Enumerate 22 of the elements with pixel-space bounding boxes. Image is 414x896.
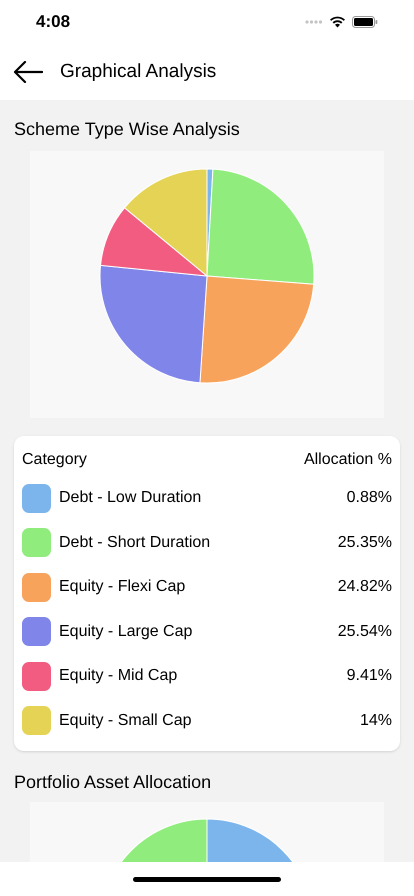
battery-icon	[352, 16, 378, 28]
category-label: Equity - Flexi Cap	[59, 577, 186, 598]
category-label: Equity - Small Cap	[59, 710, 192, 731]
column-header: Category	[22, 450, 87, 470]
allocation-value: 9.41%	[346, 666, 392, 686]
back-arrow-icon	[13, 61, 43, 83]
category-label: Debt - Short Duration	[59, 532, 212, 553]
category-label: Equity - Mid Cap	[59, 666, 178, 686]
column-header: Allocation %	[304, 450, 392, 470]
category-label: Debt - Low Duration	[59, 488, 202, 508]
allocation-value: 25.35%	[338, 532, 392, 553]
allocation-value: 0.88%	[346, 488, 392, 508]
allocation-value: 14%	[360, 710, 392, 731]
category-label: Equity - Large Cap	[59, 622, 194, 642]
wifi-icon	[329, 16, 346, 28]
page-title: Graphical Analysis	[60, 60, 216, 84]
section-title: Portfolio Asset Allocation	[14, 771, 212, 794]
signal-icon	[305, 20, 323, 24]
allocation-value: 25.54%	[338, 622, 392, 642]
section-title: Scheme Type Wise Analysis	[14, 118, 241, 141]
status-time: 4:08	[36, 11, 70, 34]
allocation-value: 24.82%	[338, 577, 392, 598]
